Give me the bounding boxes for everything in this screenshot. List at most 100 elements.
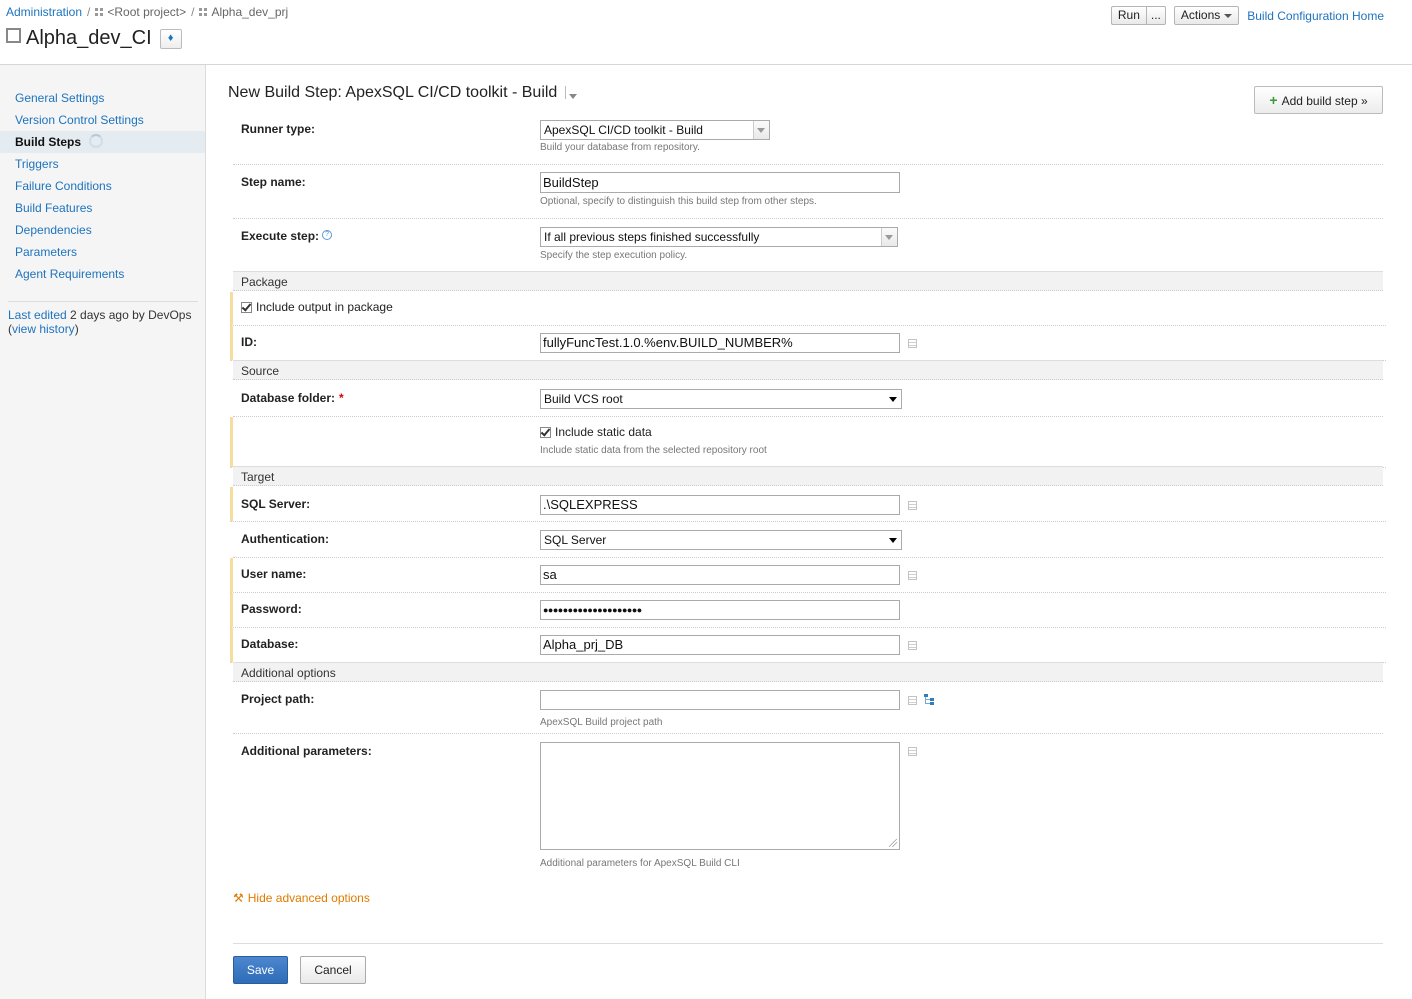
database-folder-select[interactable]: Build VCS root — [540, 389, 902, 409]
save-button[interactable]: Save — [233, 956, 288, 984]
run-button[interactable]: Run — [1110, 6, 1147, 25]
build-configuration-home-link[interactable]: Build Configuration Home — [1247, 9, 1384, 23]
additional-parameters-textarea[interactable] — [540, 742, 900, 850]
form-footer-divider — [233, 943, 1383, 944]
sidebar-item-label[interactable]: Version Control Settings — [15, 113, 144, 127]
project-path-hint: ApexSQL Build project path — [540, 717, 663, 728]
database-row: Database: Alpha_prj_DB — [230, 628, 1386, 663]
include-output-checkbox[interactable] — [241, 302, 252, 313]
breadcrumb-separator: / — [191, 5, 195, 19]
step-title-menu-icon[interactable] — [565, 86, 578, 99]
parameter-list-icon[interactable] — [908, 501, 917, 510]
include-output-row: Include output in package — [230, 292, 1386, 326]
user-name-input[interactable]: sa — [540, 565, 900, 585]
run-options-button[interactable]: ... — [1146, 6, 1166, 25]
view-history-link[interactable]: view history — [12, 322, 75, 336]
include-static-checkbox-wrap[interactable]: Include static data — [540, 425, 652, 439]
runner-type-value: ApexSQL CI/CD toolkit - Build — [544, 123, 703, 137]
page-title: Alpha_dev_CI — [26, 27, 152, 49]
section-package: Package — [233, 271, 1383, 291]
authentication-row: Authentication: SQL Server — [233, 522, 1383, 558]
sidebar-item-version-control-settings[interactable]: Version Control Settings — [0, 109, 205, 131]
sidebar-item-triggers[interactable]: Triggers — [0, 153, 205, 175]
resize-grip-icon[interactable] — [889, 839, 897, 847]
breadcrumb-root-project[interactable]: <Root project> — [107, 5, 186, 19]
section-source: Source — [233, 360, 1383, 380]
runner-type-label: Runner type: — [241, 122, 316, 136]
execute-step-select[interactable]: If all previous steps finished successfu… — [540, 227, 898, 247]
hide-advanced-options-link[interactable]: ⚒ Hide advanced options — [233, 891, 370, 905]
sql-server-label: SQL Server: — [241, 497, 311, 511]
sql-server-input[interactable]: .\SQLEXPRESS — [540, 495, 900, 515]
sidebar-item-label[interactable]: Triggers — [15, 157, 59, 171]
sidebar-item-general-settings[interactable]: General Settings — [0, 87, 205, 109]
sidebar-item-label[interactable]: Build Features — [15, 201, 92, 215]
step-name-label: Step name: — [241, 175, 306, 189]
authentication-value: SQL Server — [544, 533, 607, 547]
include-output-label: Include output in package — [256, 300, 393, 314]
sidebar-item-agent-requirements[interactable]: Agent Requirements — [0, 263, 205, 285]
execute-step-row: Execute step:? If all previous steps fin… — [233, 219, 1383, 272]
database-input[interactable]: Alpha_prj_DB — [540, 635, 900, 655]
add-build-step-button[interactable]: + Add build step » — [1254, 86, 1383, 114]
status-square-icon — [6, 27, 21, 43]
step-name-input[interactable]: BuildStep — [540, 172, 900, 193]
database-folder-value: Build VCS root — [544, 392, 623, 406]
project-path-input[interactable] — [540, 690, 900, 710]
sidebar-item-label[interactable]: Failure Conditions — [15, 179, 112, 193]
sidebar-item-label[interactable]: Parameters — [15, 245, 77, 259]
vcs-tree-icon[interactable] — [924, 694, 936, 706]
breadcrumb-administration[interactable]: Administration — [6, 5, 82, 19]
last-edited-text: 2 days ago by DevOps — [66, 308, 192, 322]
sidebar-item-parameters[interactable]: Parameters — [0, 241, 205, 263]
sidebar-item-label[interactable]: Build Steps — [15, 135, 81, 149]
project-path-row: Project path: ApexSQL Build project path — [233, 683, 1383, 734]
chevron-down-icon — [886, 531, 901, 549]
sidebar-item-build-features[interactable]: Build Features — [0, 197, 205, 219]
chevron-down-icon — [886, 390, 901, 408]
top-actions: Run... Actions Build Configuration Home — [1110, 6, 1384, 25]
password-label: Password: — [241, 602, 302, 616]
sidebar-item-label[interactable]: Dependencies — [15, 223, 92, 237]
database-folder-row: Database folder: * Build VCS root — [233, 381, 1383, 417]
parameter-list-icon[interactable] — [908, 747, 917, 756]
step-name-hint: Optional, specify to distinguish this bu… — [540, 196, 817, 207]
lightbulb-icon[interactable]: ♦ — [159, 28, 182, 49]
sidebar-item-label[interactable]: Agent Requirements — [15, 267, 124, 281]
parameter-list-icon[interactable] — [908, 571, 917, 580]
include-static-row: Include static data Include static data … — [230, 417, 1386, 468]
parameter-list-icon[interactable] — [908, 641, 917, 650]
sidebar: General Settings Version Control Setting… — [0, 65, 206, 999]
breadcrumb-separator: / — [87, 5, 91, 19]
additional-parameters-row: Additional parameters: Additional parame… — [233, 734, 1383, 874]
actions-button[interactable]: Actions — [1173, 6, 1240, 25]
execute-step-hint: Specify the step execution policy. — [540, 250, 688, 261]
package-id-input[interactable]: fullyFuncTest.1.0.%env.BUILD_NUMBER% — [540, 333, 900, 353]
wrench-icon: ⚒ — [233, 891, 244, 905]
last-edited-link[interactable]: Last edited — [8, 308, 67, 322]
parameter-list-icon[interactable] — [908, 339, 917, 348]
title-row: Alpha_dev_CI ♦ — [6, 27, 182, 51]
package-id-label: ID: — [241, 335, 257, 349]
sidebar-item-label[interactable]: General Settings — [15, 91, 104, 105]
authentication-select[interactable]: SQL Server — [540, 530, 902, 550]
database-folder-label: Database folder: — [241, 391, 336, 405]
breadcrumb-project[interactable]: Alpha_dev_prj — [211, 5, 288, 19]
sidebar-nav: General Settings Version Control Setting… — [0, 65, 205, 285]
sidebar-item-dependencies[interactable]: Dependencies — [0, 219, 205, 241]
project-path-label: Project path: — [241, 692, 315, 706]
parameter-list-icon[interactable] — [908, 696, 917, 705]
cancel-button[interactable]: Cancel — [300, 956, 366, 984]
chevron-down-icon — [1224, 13, 1233, 18]
sidebar-item-failure-conditions[interactable]: Failure Conditions — [0, 175, 205, 197]
password-input[interactable]: ●●●●●●●●●●●●●●●●●●●● — [540, 600, 900, 620]
section-target: Target — [233, 466, 1383, 486]
include-output-checkbox-wrap[interactable]: Include output in package — [241, 300, 393, 314]
help-icon[interactable]: ? — [322, 230, 333, 240]
chevron-down-icon — [753, 121, 769, 139]
sql-server-row: SQL Server: .\SQLEXPRESS — [230, 487, 1386, 522]
include-static-checkbox[interactable] — [540, 427, 551, 438]
sidebar-item-build-steps[interactable]: Build Steps — [0, 131, 205, 153]
runner-type-select[interactable]: ApexSQL CI/CD toolkit - Build — [540, 120, 770, 140]
add-build-step-label: Add build step » — [1281, 94, 1368, 108]
